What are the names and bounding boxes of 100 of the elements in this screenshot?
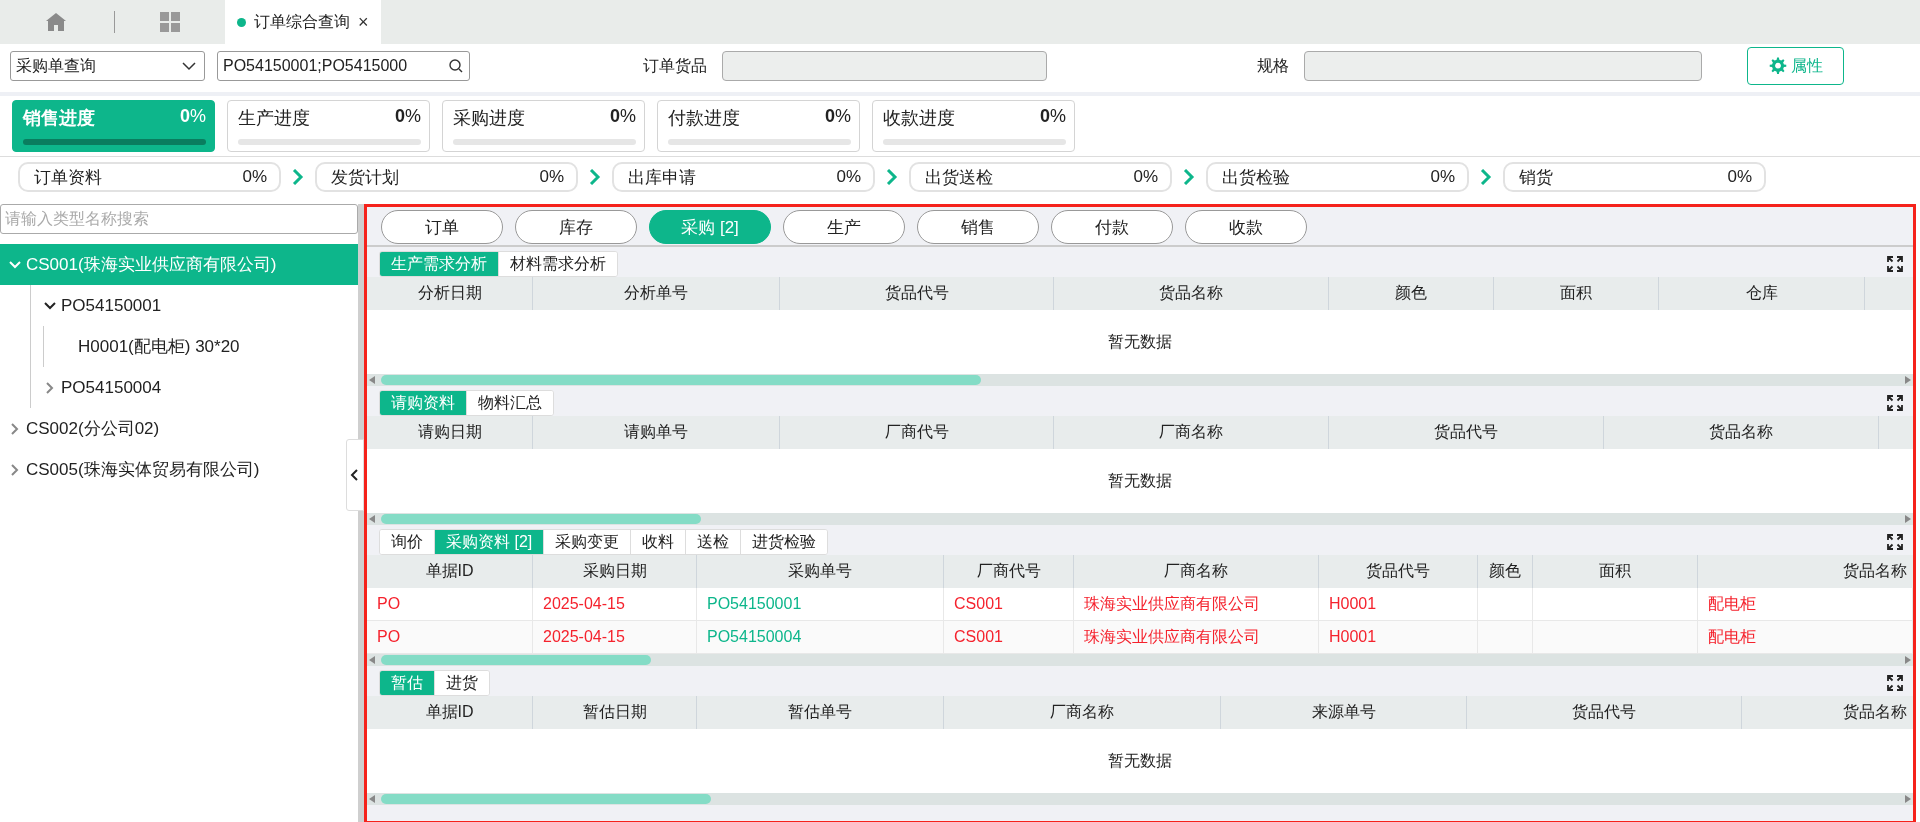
progress-label: 采购进度 [453, 107, 525, 130]
tree-label: CS002(分公司02) [26, 418, 160, 440]
table-cell: CS001 [944, 588, 1074, 620]
column-header[interactable]: 颜色 [1478, 555, 1533, 588]
tree-item[interactable]: PO54150001 [31, 285, 332, 326]
progress-value: 0% [179, 106, 206, 128]
sub-tab[interactable]: 询价 [380, 530, 435, 554]
column-header[interactable]: 请购日期 [367, 416, 533, 449]
column-header[interactable]: 暂估单号 [697, 696, 944, 729]
fullscreen-icon[interactable] [1887, 395, 1903, 411]
table-cell: PO54150004 [697, 621, 944, 653]
column-header[interactable]: 采购单号 [697, 555, 944, 588]
step-item[interactable]: 出货检验 0% [1206, 162, 1469, 192]
table-row[interactable]: PO 2025-04-15 PO54150004 CS001 珠海实业供应商有限公司 H0001 配电柜 [367, 621, 1913, 654]
column-header[interactable]: 厂商名称 [1074, 555, 1319, 588]
column-header[interactable]: 分析日期 [367, 277, 533, 310]
home-icon[interactable] [45, 12, 67, 32]
column-header[interactable]: 来源单号 [1221, 696, 1467, 729]
search-icon[interactable] [449, 59, 463, 73]
step-item[interactable]: 订单资料 0% [18, 162, 281, 192]
column-header[interactable]: 厂商名称 [944, 696, 1221, 729]
step-item[interactable]: 销货 0% [1503, 162, 1766, 192]
scrollbar-thumb[interactable] [381, 655, 651, 665]
table-cell: 珠海实业供应商有限公司 [1074, 588, 1319, 620]
query-type-dropdown[interactable]: 采购单查询 [10, 51, 205, 81]
step-value: 0% [242, 167, 267, 187]
tree-item[interactable]: H0001(配电柜) 30*20 [44, 326, 332, 367]
collapse-handle[interactable] [346, 439, 364, 511]
column-header[interactable]: 货品代号 [1467, 696, 1742, 729]
empty-message: 暂无数据 [1107, 470, 1173, 491]
grid-icon[interactable] [160, 12, 180, 32]
column-header[interactable]: 货品代号 [780, 277, 1054, 310]
column-header[interactable]: 厂商代号 [780, 416, 1054, 449]
step-item[interactable]: 出货送检 0% [909, 162, 1172, 192]
chevron-right-icon [1183, 169, 1195, 185]
tree-item[interactable]: PO54150004 [31, 367, 332, 408]
close-button[interactable]: × [358, 11, 369, 33]
scrollbar[interactable] [367, 793, 1913, 805]
empty-message: 暂无数据 [1107, 750, 1173, 771]
search-field[interactable]: 请输入类型名称搜索 [0, 204, 358, 234]
progress-value: 0% [1039, 106, 1066, 128]
tree-label: CS001(珠海实业供应商有限公司) [26, 254, 277, 276]
chevron-right-icon [589, 169, 601, 185]
column-header[interactable]: 面积 [1494, 277, 1659, 310]
scrollbar[interactable] [367, 654, 1913, 666]
tab-label: 订单综合查询 [254, 11, 350, 32]
progress-card[interactable]: 付款进度 0% [657, 100, 860, 152]
step-item[interactable]: 发货计划 0% [315, 162, 578, 192]
column-header[interactable]: 仓库 [1659, 277, 1865, 310]
column-header[interactable]: 颜色 [1329, 277, 1494, 310]
step-label: 出货检验 [1222, 166, 1290, 189]
module-tab[interactable]: 库存 [515, 210, 637, 244]
scrollbar-thumb[interactable] [381, 375, 981, 385]
module-tab[interactable]: 销售 [917, 210, 1039, 244]
column-header[interactable]: 货品代号 [1319, 555, 1478, 588]
scrollbar[interactable] [367, 513, 1913, 525]
step-label: 发货计划 [331, 166, 399, 189]
search-field[interactable]: PO54150001;PO5415000 [217, 51, 470, 81]
column-header[interactable]: 暂估日期 [533, 696, 697, 729]
progress-card[interactable]: 采购进度 0% [442, 100, 645, 152]
tree-label: PO54150004 [61, 377, 162, 398]
tree-item[interactable]: CS002(分公司02) [0, 408, 332, 449]
step-value: 0% [539, 167, 564, 187]
scrollbar-thumb[interactable] [381, 514, 701, 524]
progress-card[interactable]: 生产进度 0% [227, 100, 430, 152]
text-field[interactable] [722, 51, 1047, 81]
fullscreen-icon[interactable] [1887, 675, 1903, 691]
column-header[interactable]: 采购日期 [533, 555, 697, 588]
module-tab[interactable]: 订单 [381, 210, 503, 244]
module-tab[interactable]: 生产 [783, 210, 905, 244]
column-header[interactable]: 面积 [1533, 555, 1698, 588]
step-value: 0% [1133, 167, 1158, 187]
column-header[interactable]: 单据ID [367, 696, 533, 729]
table-cell: 珠海实业供应商有限公司 [1074, 621, 1319, 653]
tree-label: CS005(珠海实体贸易有限公司) [26, 459, 260, 481]
column-header[interactable]: 请购单号 [533, 416, 780, 449]
scrollbar-thumb[interactable] [381, 794, 711, 804]
text-field[interactable] [1304, 51, 1702, 81]
column-header[interactable]: 厂商名称 [1054, 416, 1329, 449]
column-header[interactable]: 分析单号 [533, 277, 780, 310]
tree-label: H0001(配电柜) 30*20 [78, 336, 240, 358]
progress-card[interactable]: 收款进度 0% [872, 100, 1075, 152]
fullscreen-icon[interactable] [1887, 534, 1903, 550]
column-header[interactable]: 货品名称 [1054, 277, 1329, 310]
column-header[interactable]: 货品名称 [1698, 555, 1913, 588]
column-header[interactable]: 货品名称 [1604, 416, 1879, 449]
page-tab[interactable]: 订单综合查询 × [225, 0, 381, 44]
step-item[interactable]: 出库申请 0% [612, 162, 875, 192]
column-header[interactable]: 货品代号 [1329, 416, 1604, 449]
scrollbar[interactable] [367, 374, 1913, 386]
column-header[interactable]: 厂商代号 [944, 555, 1074, 588]
column-header[interactable]: 货品名称 [1742, 696, 1913, 729]
empty-message: 暂无数据 [1107, 331, 1173, 352]
progress-label: 生产进度 [238, 107, 310, 130]
module-tab[interactable]: 付款 [1051, 210, 1173, 244]
column-header[interactable]: 单据ID [367, 555, 533, 588]
fullscreen-icon[interactable] [1887, 256, 1903, 272]
module-tab[interactable]: 收款 [1185, 210, 1307, 244]
tree-item[interactable]: CS005(珠海实体贸易有限公司) [0, 449, 332, 490]
progress-value: 0% [609, 106, 636, 128]
